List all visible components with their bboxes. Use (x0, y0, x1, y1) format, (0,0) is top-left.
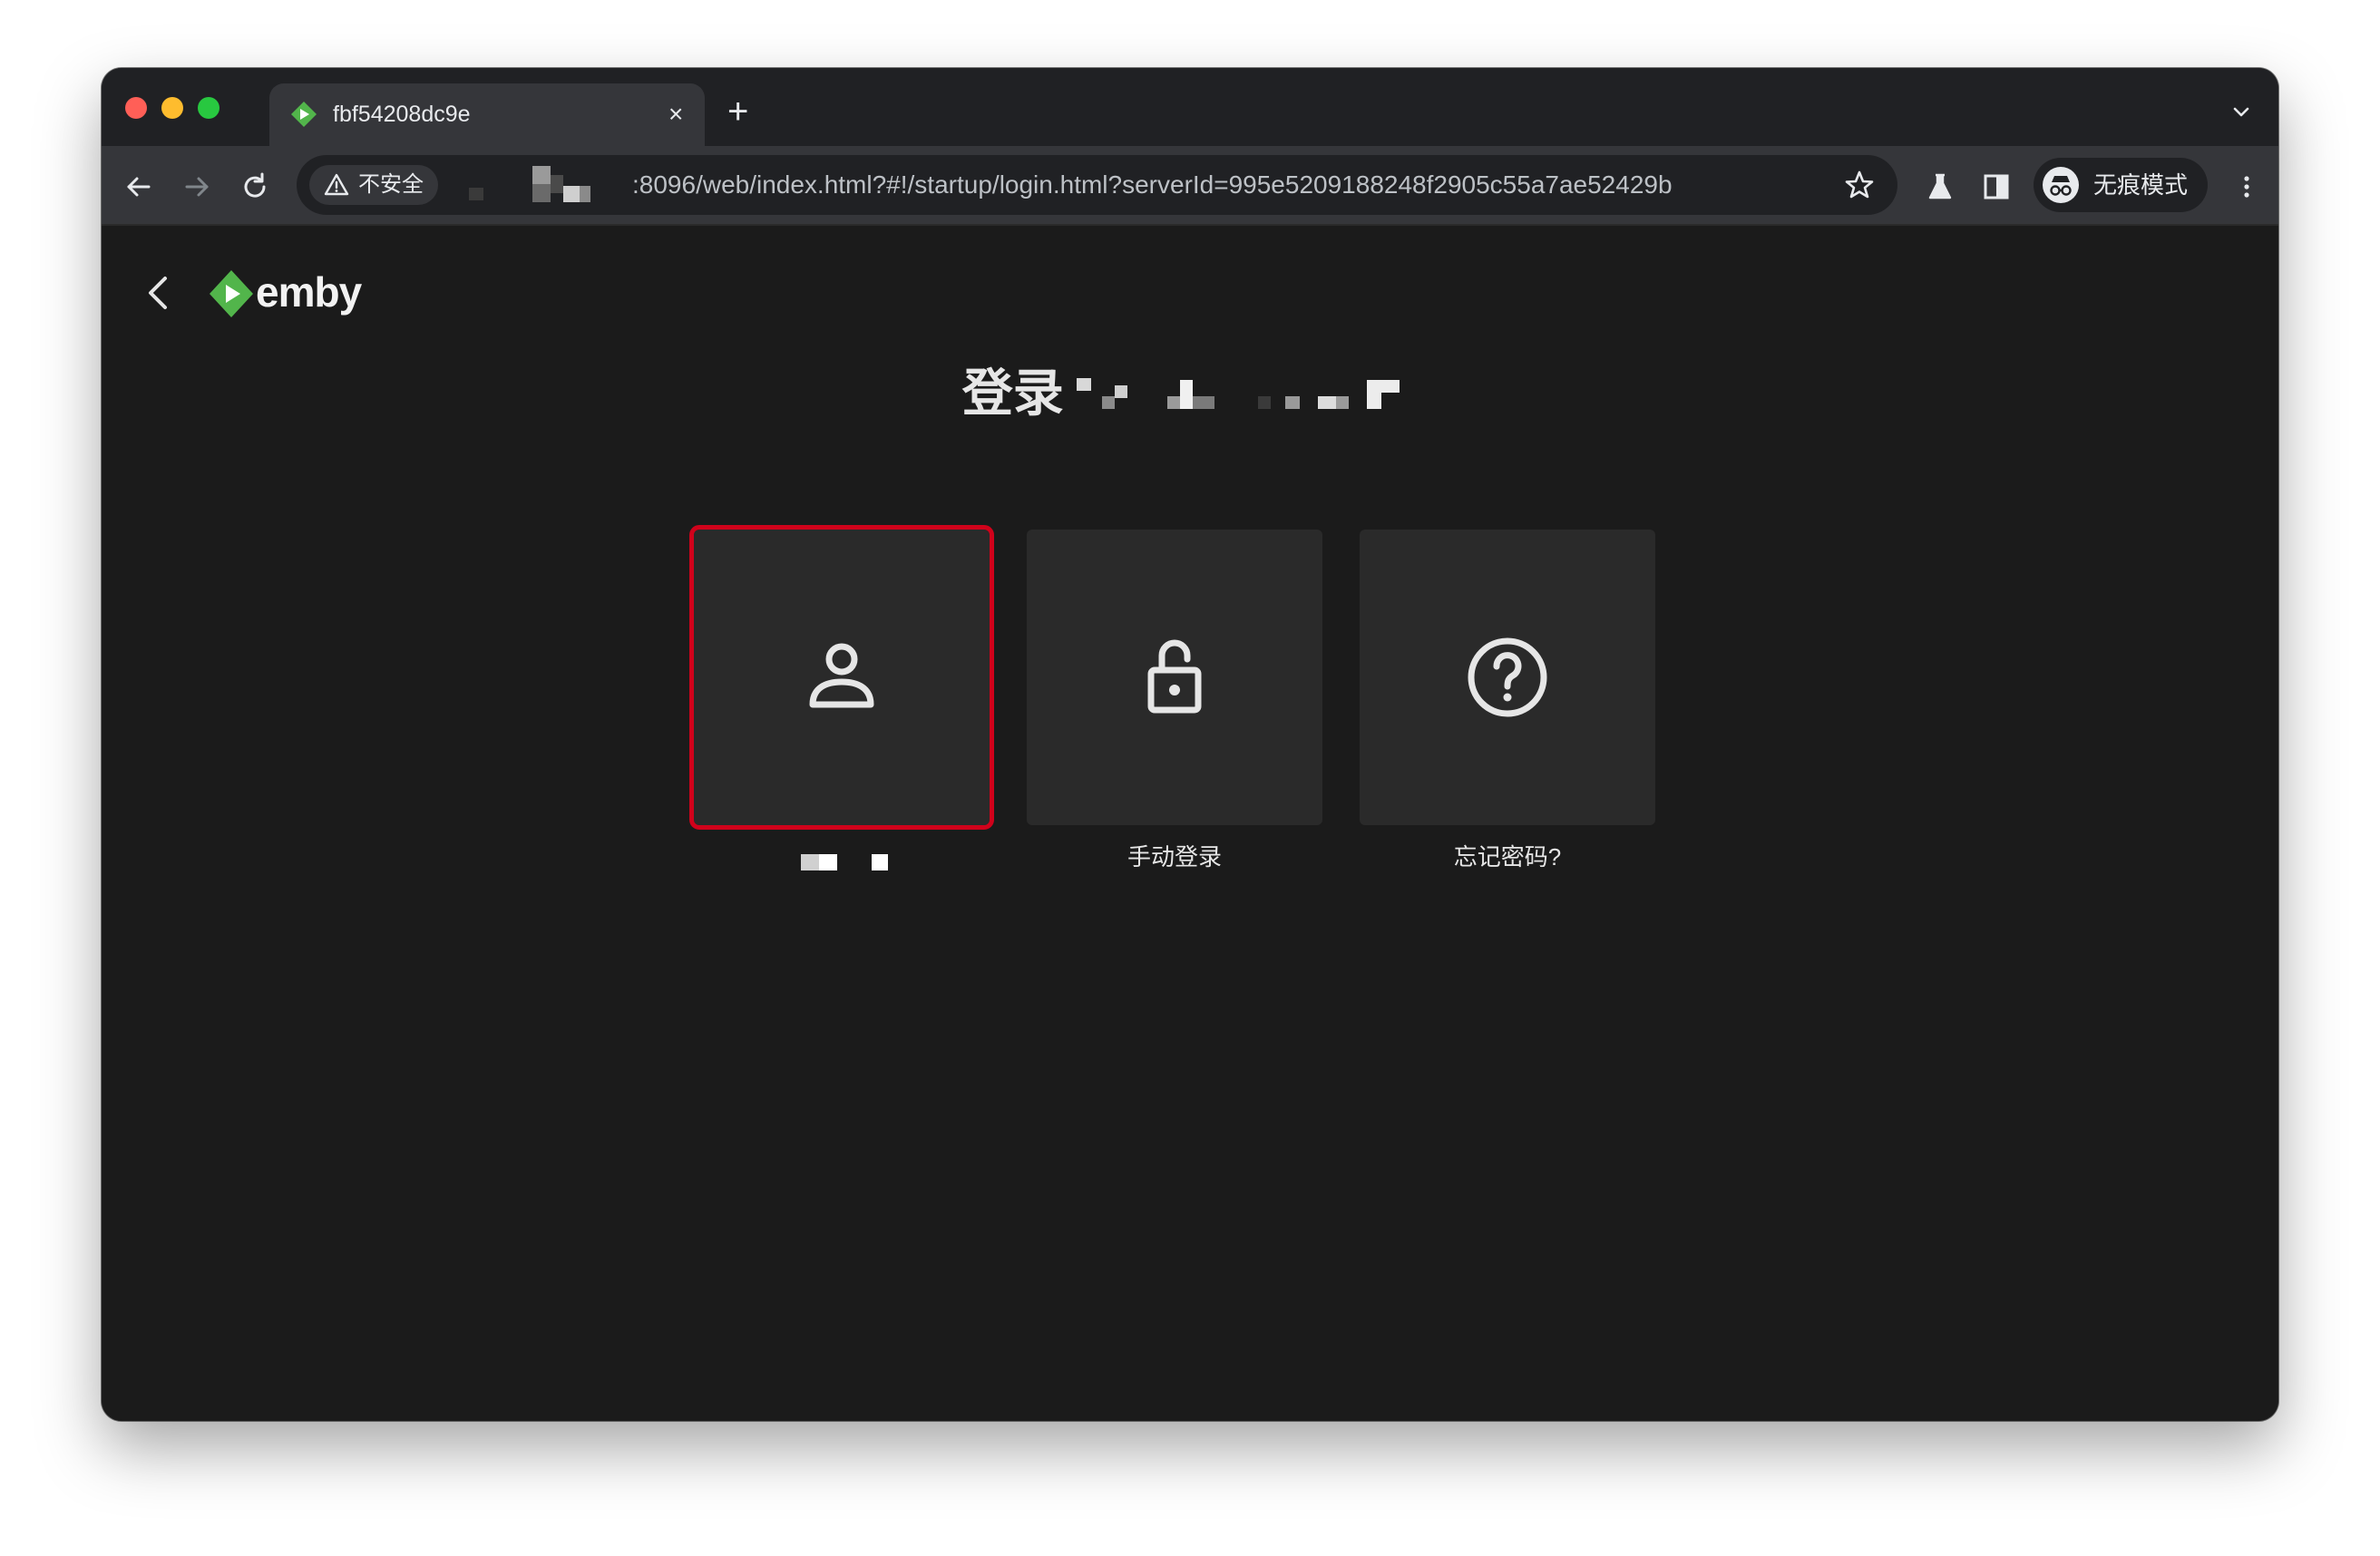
minimize-window-button[interactable] (161, 97, 183, 119)
lock-open-icon (1147, 639, 1202, 714)
new-tab-button[interactable]: + (727, 93, 748, 130)
browser-window: fbf54208dc9e × + 不安全:8096/web/index.htm… (102, 68, 2278, 1421)
security-chip-label: 不安全 (358, 172, 424, 197)
incognito-icon (2043, 167, 2079, 203)
forgot-password-card[interactable] (1360, 530, 1655, 825)
tab-close-icon[interactable]: × (668, 100, 683, 129)
security-chip[interactable]: 不安全 (309, 165, 438, 205)
warning-icon (324, 173, 349, 196)
tab-strip: fbf54208dc9e × + (102, 68, 2278, 146)
url-text: :8096/web/index.html?#!/startup/login.ht… (632, 170, 1673, 199)
redacted-host (469, 166, 590, 202)
browser-tab[interactable]: fbf54208dc9e × (269, 83, 705, 146)
emby-favicon-icon (291, 102, 317, 127)
user-icon (809, 643, 874, 708)
forgot-password-label[interactable]: 忘记密码? (1360, 841, 1655, 872)
chevron-down-icon[interactable] (2229, 99, 2254, 124)
emby-logo-icon (210, 270, 253, 317)
page-title: 登录 (961, 365, 1064, 422)
manual-login-label[interactable]: 手动登录 (1027, 841, 1322, 872)
close-window-button[interactable] (125, 97, 147, 119)
tab-title: fbf54208dc9e (333, 102, 471, 127)
side-panel-icon[interactable] (1981, 171, 2012, 202)
browser-toolbar: 不安全 :8096/web/index.html?#!/startup/logi… (102, 146, 2278, 226)
page-content: emby 登录 手动登录 忘记密码? (102, 226, 2278, 1421)
labs-icon[interactable] (1925, 171, 1956, 202)
menu-icon[interactable] (2231, 171, 2262, 202)
back-arrow-icon[interactable] (140, 269, 176, 316)
redacted-server-name (1068, 362, 1418, 425)
brand-name: emby (256, 268, 362, 316)
incognito-indicator[interactable]: 无痕模式 (2034, 158, 2209, 212)
manual-login-card[interactable] (1027, 530, 1322, 825)
help-circle-icon (1468, 637, 1547, 717)
back-icon[interactable] (123, 171, 154, 202)
address-bar[interactable]: 不安全 :8096/web/index.html?#!/startup/logi… (297, 155, 1897, 215)
star-icon[interactable] (1843, 169, 1876, 201)
reload-icon[interactable] (239, 171, 270, 202)
redacted-user-name (801, 854, 888, 870)
login-heading: 登录 (102, 362, 2278, 425)
forward-icon[interactable] (181, 171, 212, 202)
incognito-label: 无痕模式 (2093, 171, 2189, 199)
user-card[interactable] (689, 525, 994, 830)
zoom-window-button[interactable] (198, 97, 219, 119)
